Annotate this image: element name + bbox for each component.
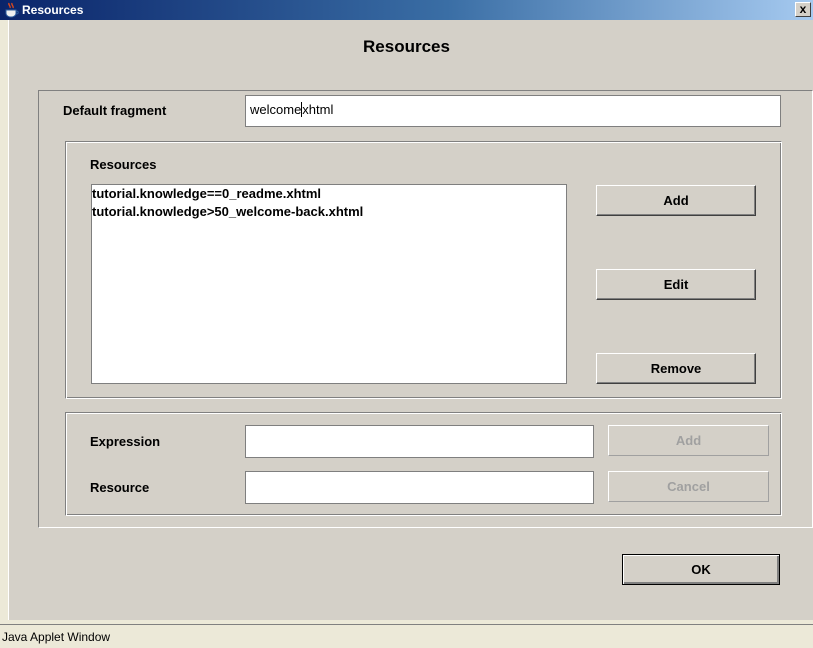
- title-bar: Resources x: [0, 0, 813, 20]
- expression-input[interactable]: [245, 425, 594, 458]
- default-fragment-input[interactable]: welcomexhtml: [245, 95, 781, 127]
- cancel-expression-button[interactable]: Cancel: [608, 471, 769, 502]
- resource-label: Resource: [90, 480, 150, 495]
- ok-button[interactable]: OK: [622, 554, 780, 585]
- java-coffee-icon: [5, 2, 19, 18]
- edit-resource-button[interactable]: Edit: [596, 269, 756, 300]
- status-text: Java Applet Window: [2, 630, 111, 644]
- remove-resource-button[interactable]: Remove: [596, 353, 756, 384]
- close-button[interactable]: x: [795, 2, 811, 17]
- default-fragment-label: Default fragment: [63, 103, 167, 118]
- add-expression-button[interactable]: Add: [608, 425, 769, 456]
- list-item[interactable]: tutorial.knowledge>50_welcome-back.xhtml: [92, 203, 566, 221]
- default-fragment-value-start: welcome: [250, 102, 302, 117]
- status-bar: Java Applet Window: [0, 624, 813, 648]
- resource-input[interactable]: [245, 471, 594, 504]
- expression-label: Expression: [90, 434, 161, 449]
- add-resource-button[interactable]: Add: [596, 185, 756, 216]
- dialog-heading: Resources: [363, 37, 450, 56]
- resources-list[interactable]: tutorial.knowledge==0_readme.xhtml tutor…: [91, 184, 567, 384]
- resources-label: Resources: [90, 157, 157, 172]
- close-icon: x: [799, 2, 807, 16]
- default-fragment-value-end: xhtml: [302, 102, 334, 117]
- window-title: Resources: [22, 3, 84, 17]
- list-item[interactable]: tutorial.knowledge==0_readme.xhtml: [92, 185, 566, 203]
